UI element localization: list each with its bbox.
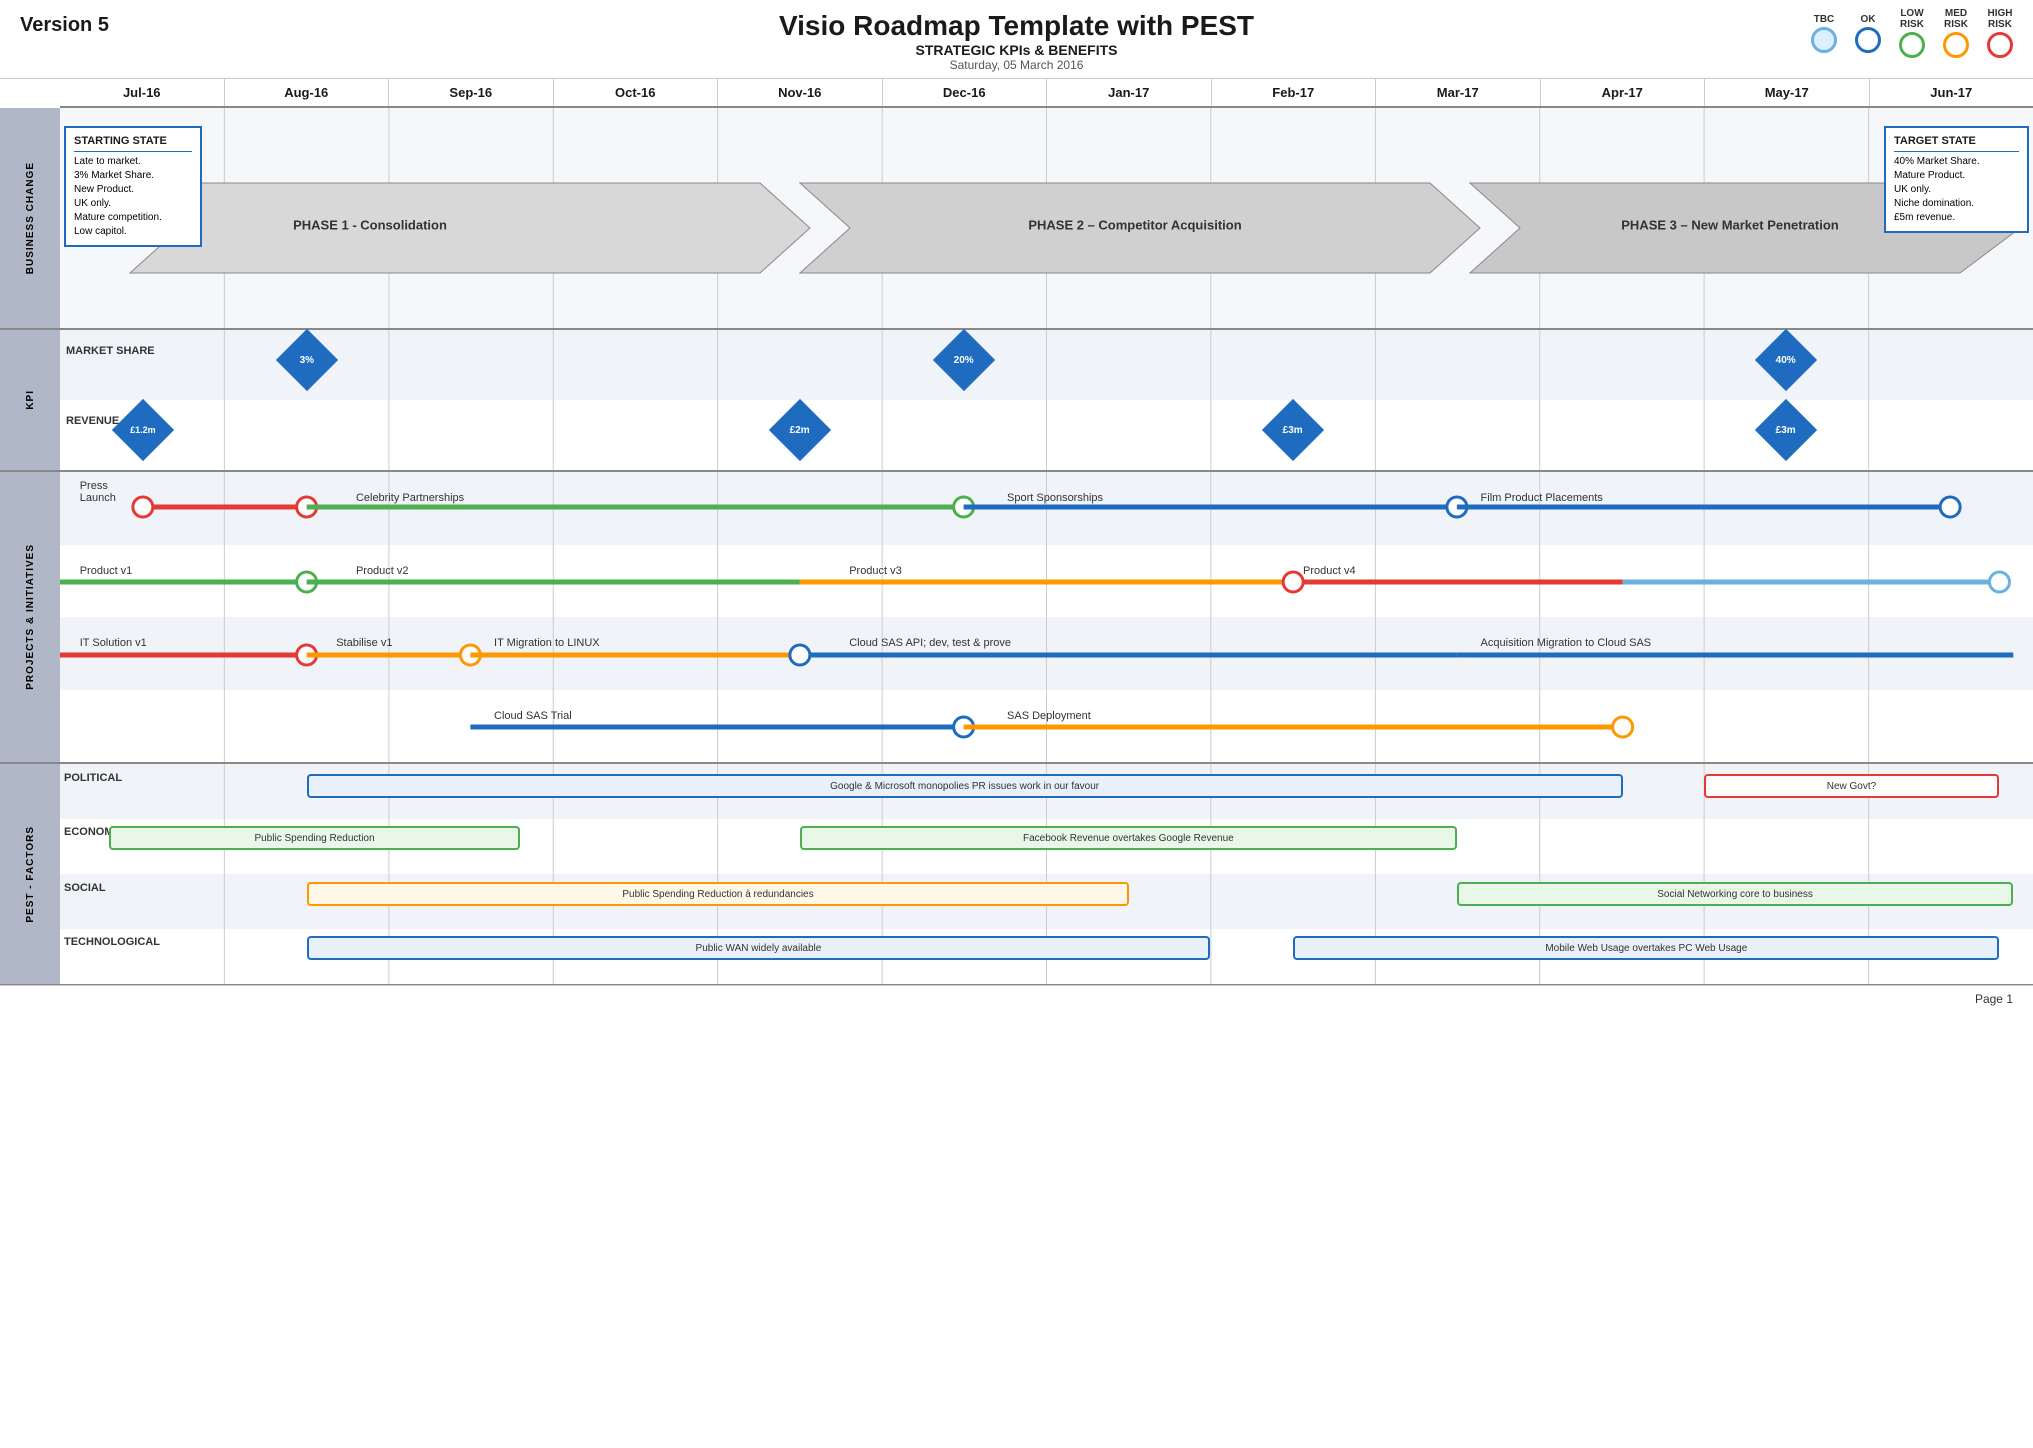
month-sep16: Sep-16 [389,79,554,106]
cloud-sas-trial-label: Cloud SAS Trial [494,710,572,722]
target-state-box: TARGET STATE 40% Market Share. Mature Pr… [1884,126,2029,233]
month-apr17: Apr-17 [1541,79,1706,106]
it-solution-label: IT Solution v1 [80,637,147,649]
pest-economical-spending: Public Spending Reduction [109,826,519,850]
pest-label-col: PEST - FACTORS [0,764,60,984]
product-v2-label: Product v2 [356,565,409,577]
starting-state-line5: Mature competition. [74,211,192,225]
market-share-label: MARKET SHARE [66,345,155,357]
legend-med-risk: MEDRISK [1943,8,1969,58]
target-state-line2: Mature Product. [1894,169,2019,183]
celebrity-partnerships-label: Celebrity Partnerships [356,492,464,504]
business-change-label: BUSINESS CHANGE [25,162,36,274]
cloud-sas-api-label: Cloud SAS API; dev, test & prove [849,637,1011,649]
technological-label: TECHNOLOGICAL [64,936,160,948]
film-placements-label: Film Product Placements [1481,492,1603,504]
political-label: POLITICAL [64,772,122,784]
pest-political-google: Google & Microsoft monopolies PR issues … [307,774,1623,798]
starting-state-line4: UK only. [74,197,192,211]
month-mar17: Mar-17 [1376,79,1541,106]
pest-tech-mobile: Mobile Web Usage overtakes PC Web Usage [1293,936,1999,960]
business-change-label-col: BUSINESS CHANGE [0,108,60,328]
timeline-header: Jul-16 Aug-16 Sep-16 Oct-16 Nov-16 Dec-1… [60,79,2033,108]
stabilise-label: Stabilise v1 [336,637,392,649]
social-label: SOCIAL [64,882,106,894]
kpi-section: KPI MARKET SHARE [0,330,2033,472]
legend: TBC OK LOWRISK MEDRISK HIGHRISK [1811,8,2013,58]
projects-label: PROJECTS & INITIATIVES [25,544,36,690]
pest-section: PEST - FACTORS POLIT [0,764,2033,985]
starting-state-line6: Low capitol. [74,225,192,239]
month-may17: May-17 [1705,79,1870,106]
business-change-content: STARTING STATE Late to market. 3% Market… [60,108,2033,328]
product-v4-label: Product v4 [1303,565,1356,577]
legend-high-risk: HIGHRISK [1987,8,2013,58]
sport-sponsorships-label: Sport Sponsorships [1007,492,1103,504]
svg-text:PHASE 2 – Competitor Acquisiti: PHASE 2 – Competitor Acquisition [1028,217,1241,232]
header: Version 5 Visio Roadmap Template with PE… [0,0,2033,79]
kpi-content: MARKET SHARE REVENUE 3% 20% 40% £1.2m £2… [60,330,2033,470]
it-migration-label: IT Migration to LINUX [494,637,600,649]
press-launch-label: PressLaunch [80,480,116,504]
starting-state-line1: Late to market. [74,155,192,169]
pest-social-spending: Public Spending Reduction à redundancies [307,882,1130,906]
version-label: Version 5 [20,14,109,37]
month-jul16: Jul-16 [60,79,225,106]
biz-grid [60,108,2033,328]
month-jun17: Jun-17 [1870,79,2033,106]
starting-state-box: STARTING STATE Late to market. 3% Market… [64,126,202,247]
header-title: Visio Roadmap Template with PEST [20,10,2013,42]
starting-state-line2: 3% Market Share. [74,169,192,183]
month-oct16: Oct-16 [554,79,719,106]
sas-deployment-label: SAS Deployment [1007,710,1091,722]
pest-political-newgovt: New Govt? [1704,774,2000,798]
product-v1-label: Product v1 [80,565,133,577]
target-state-line3: UK only. [1894,183,2019,197]
month-feb17: Feb-17 [1212,79,1377,106]
product-v3-label: Product v3 [849,565,902,577]
business-change-section: BUSINESS CHANGE STARTING STATE Late to [0,108,2033,330]
page-number: Page 1 [1975,992,2013,1006]
target-state-line5: £5m revenue. [1894,211,2019,225]
starting-state-line3: New Product. [74,183,192,197]
pest-social-networking: Social Networking core to business [1457,882,2013,906]
month-jan17: Jan-17 [1047,79,1212,106]
projects-section: PROJECTS & INITIATIVES [0,472,2033,764]
pest-economical-facebook: Facebook Revenue overtakes Google Revenu… [800,826,1457,850]
header-date: Saturday, 05 March 2016 [20,58,2013,72]
projects-content: PressLaunch Celebrity Partnerships Sport… [60,472,2033,762]
kpi-label-col: KPI [0,330,60,470]
target-state-line1: 40% Market Share. [1894,155,2019,169]
revenue-label: REVENUE [66,415,119,427]
legend-ok: OK [1855,14,1881,53]
pest-label: PEST - FACTORS [25,826,36,923]
month-dec16: Dec-16 [883,79,1048,106]
svg-text:PHASE 1 - Consolidation: PHASE 1 - Consolidation [293,217,447,232]
pest-tech-wan: Public WAN widely available [307,936,1211,960]
month-nov16: Nov-16 [718,79,883,106]
pest-content: POLITICAL ECONOMICAL SOCIAL TECHNOLOGICA… [60,764,2033,984]
month-aug16: Aug-16 [225,79,390,106]
target-state-line4: Niche domination. [1894,197,2019,211]
legend-low-risk: LOWRISK [1899,8,1925,58]
target-state-title: TARGET STATE [1894,134,2019,152]
kpi-label: KPI [25,390,36,410]
starting-state-title: STARTING STATE [74,134,192,152]
footer: Page 1 [0,985,2033,1012]
header-subtitle: STRATEGIC KPIs & BENEFITS [20,42,2013,58]
acquisition-migration-label: Acquisition Migration to Cloud SAS [1481,637,1652,649]
svg-text:PHASE 3 – New Market Penetrati: PHASE 3 – New Market Penetration [1621,217,1839,232]
phase-arrows: PHASE 1 - Consolidation PHASE 2 – Compet… [60,178,2033,278]
projects-label-col: PROJECTS & INITIATIVES [0,472,60,762]
legend-tbc: TBC [1811,14,1837,53]
